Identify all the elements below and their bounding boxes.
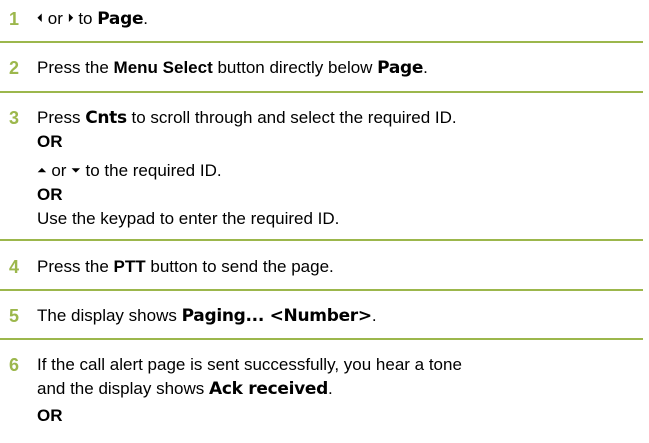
display-text-page: Page xyxy=(377,58,424,78)
divider xyxy=(0,91,643,93)
or-label: OR xyxy=(37,132,63,151)
step-number: 4 xyxy=(9,257,20,277)
step-number: 5 xyxy=(9,306,20,326)
divider xyxy=(0,239,643,241)
step-text: If the call alert page is sent successfu… xyxy=(37,355,462,374)
step-text: Use the keypad to enter the required ID. xyxy=(37,209,340,228)
display-text-paging: Paging... <Number> xyxy=(181,306,373,326)
right-arrow-icon: ⏵ xyxy=(67,11,74,25)
step-text: ⏶ or ⏷ to the required ID. xyxy=(37,161,222,180)
step-text: The display shows Paging... <Number>. xyxy=(37,306,377,326)
or-label: OR xyxy=(37,185,63,204)
down-arrow-icon: ⏷ xyxy=(71,163,81,177)
divider xyxy=(0,338,643,340)
divider xyxy=(0,289,643,291)
or-label: OR xyxy=(37,406,63,425)
menu-select-label: Menu Select xyxy=(113,58,213,77)
step-number: 3 xyxy=(9,108,20,128)
step-text: Press Cnts to scroll through and select … xyxy=(37,108,457,128)
step-text: Press the PTT button to send the page. xyxy=(37,257,334,276)
display-text-cnts: Cnts xyxy=(85,108,127,128)
step-text: ⏴ or ⏵ to Page. xyxy=(37,9,148,29)
display-text-page: Page xyxy=(97,9,144,29)
step-number: 6 xyxy=(9,355,20,375)
left-arrow-icon: ⏴ xyxy=(37,11,44,25)
divider xyxy=(0,41,643,43)
step-text: Press the Menu Select button directly be… xyxy=(37,58,428,78)
ptt-label: PTT xyxy=(113,257,146,276)
up-arrow-icon: ⏶ xyxy=(37,163,47,177)
step-number: 1 xyxy=(9,9,20,29)
step-number: 2 xyxy=(9,58,20,78)
display-text-ack: Ack received xyxy=(209,379,328,399)
step-text: and the display shows Ack received. xyxy=(37,379,333,399)
